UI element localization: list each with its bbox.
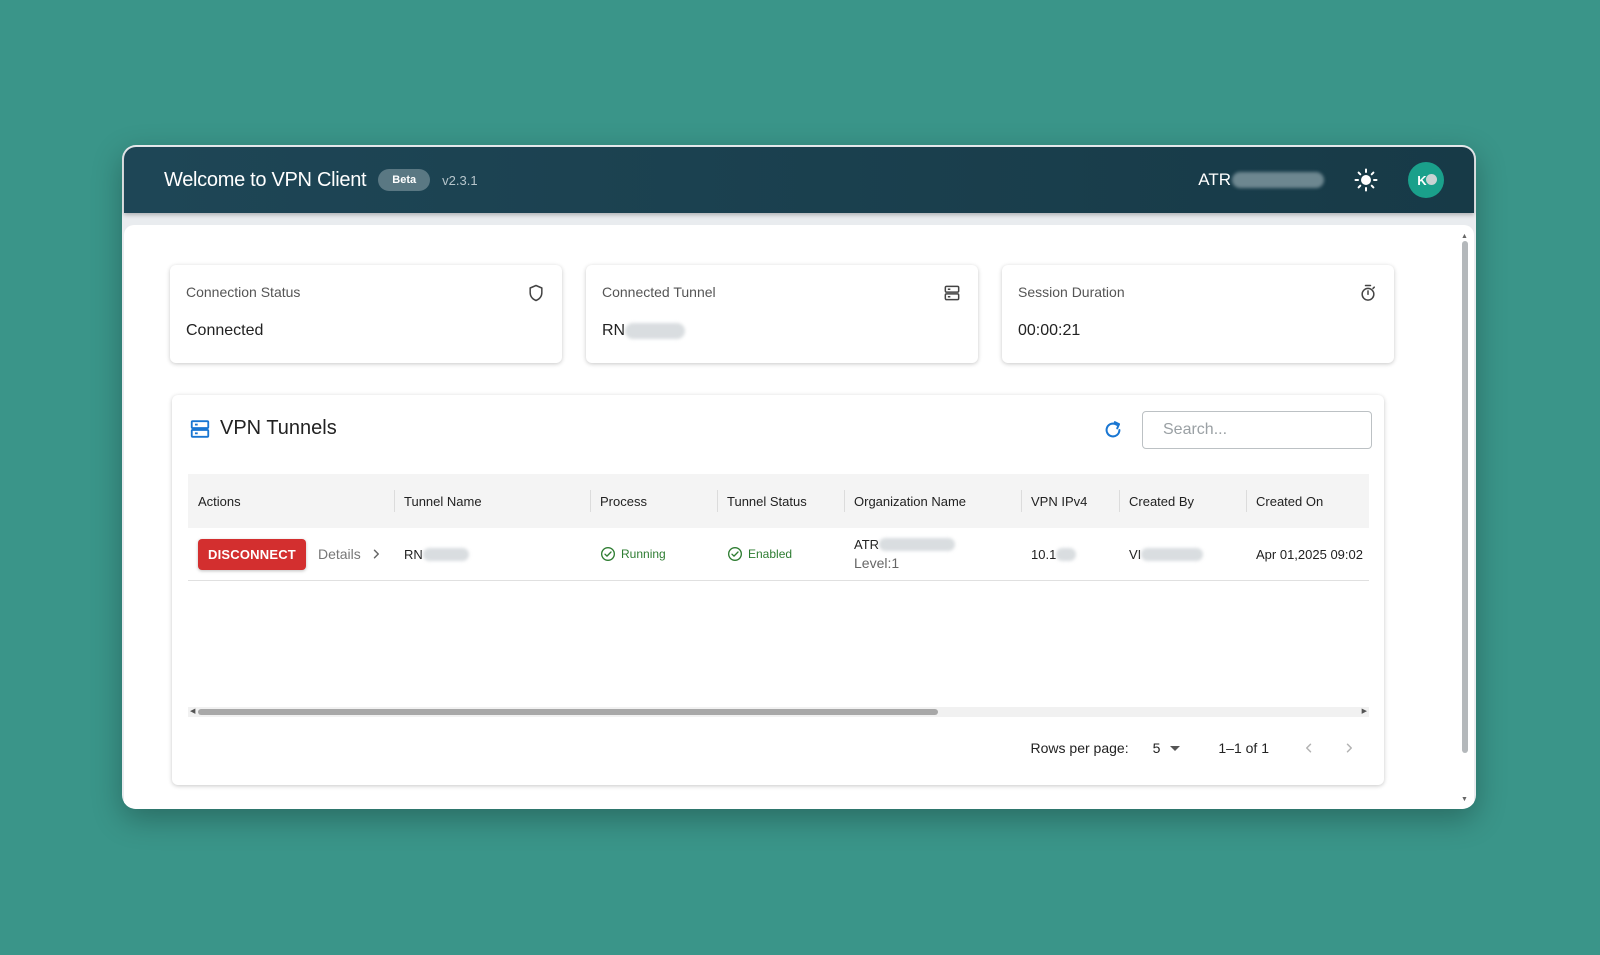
card-value: RN <box>602 322 686 340</box>
panel-title: VPN Tunnels <box>220 417 337 439</box>
check-circle-icon <box>601 547 615 561</box>
column-header[interactable]: Process <box>590 474 717 528</box>
chevron-right-icon <box>373 549 379 559</box>
ipv4-cell: 10.1 <box>1021 528 1119 580</box>
refresh-button[interactable] <box>1100 417 1126 443</box>
card-value: Connected <box>186 322 264 339</box>
column-header[interactable]: Created On <box>1246 474 1369 528</box>
version-label: v2.3.1 <box>442 172 478 188</box>
column-header[interactable]: Tunnel Name <box>394 474 590 528</box>
column-header[interactable]: VPN IPv4 <box>1021 474 1119 528</box>
column-header[interactable]: Organization Name <box>844 474 1021 528</box>
stopwatch-icon <box>1361 284 1375 301</box>
pagination-range: 1–1 of 1 <box>1218 740 1269 756</box>
next-page-button[interactable] <box>1337 736 1361 760</box>
redacted-text <box>625 323 686 339</box>
redacted-text <box>879 538 956 551</box>
created-by-cell: VI <box>1119 528 1246 580</box>
running-status: Running <box>600 546 666 562</box>
sun-icon <box>1354 168 1378 192</box>
vertical-scrollbar[interactable]: ▲ ▼ <box>1461 233 1468 803</box>
chevron-right-icon <box>1346 743 1352 753</box>
search-input[interactable] <box>1142 411 1372 449</box>
organization-cell: ATR Level:1 <box>844 528 1021 580</box>
created-on-cell: Apr 01,2025 09:02 <box>1256 546 1363 562</box>
horizontal-scrollbar[interactable]: ◀ ▶ <box>188 707 1369 717</box>
vpn-tunnels-panel: VPN Tunnels Actions Tunnel Name Process … <box>172 395 1384 785</box>
app-window: Welcome to VPN Client Beta v2.3.1 ATR K … <box>122 145 1476 809</box>
previous-page-button[interactable] <box>1297 736 1321 760</box>
tunnel-name-cell: RN <box>394 528 590 580</box>
connection-status-card: Connection Status Connected <box>170 265 562 363</box>
theme-toggle-button[interactable] <box>1352 166 1380 194</box>
column-header[interactable]: Actions <box>188 474 394 528</box>
redacted-text <box>1232 172 1324 188</box>
session-duration-card: Session Duration 00:00:21 <box>1002 265 1394 363</box>
card-label: Connected Tunnel <box>602 284 716 300</box>
card-label: Connection Status <box>186 284 301 300</box>
beta-badge: Beta <box>378 169 431 191</box>
rows-per-page-label: Rows per page: <box>1030 740 1129 756</box>
shield-icon <box>529 284 543 302</box>
app-header: Welcome to VPN Client Beta v2.3.1 ATR K <box>124 147 1474 213</box>
card-label: Session Duration <box>1018 284 1125 300</box>
redacted-text <box>422 547 469 561</box>
connected-tunnel-card: Connected Tunnel RN <box>586 265 978 363</box>
process-cell: Running <box>590 528 717 580</box>
redacted-text <box>1056 547 1077 561</box>
enabled-status: Enabled <box>727 546 792 562</box>
user-org-label: ATR <box>1198 170 1324 190</box>
pagination: Rows per page: 5 1–1 of 1 <box>188 733 1369 763</box>
column-header[interactable]: Created By <box>1119 474 1246 528</box>
redacted-text <box>1141 547 1204 561</box>
refresh-icon <box>1105 421 1121 438</box>
org-prefix: ATR <box>1198 170 1231 189</box>
server-icon <box>944 285 960 301</box>
column-header[interactable]: Tunnel Status <box>717 474 844 528</box>
table-row: DISCONNECT Details RN Running Enabled AT… <box>188 528 1369 581</box>
check-circle-icon <box>728 547 742 561</box>
user-avatar[interactable]: K <box>1408 162 1444 198</box>
details-link[interactable]: Details <box>318 545 385 563</box>
rows-per-page-select[interactable]: 5 <box>1153 740 1181 756</box>
disconnect-button[interactable]: DISCONNECT <box>198 538 306 570</box>
card-value: 00:00:21 <box>1018 322 1081 339</box>
org-level: Level:1 <box>854 555 900 571</box>
actions-cell: DISCONNECT Details <box>188 528 394 580</box>
dropdown-arrow-icon <box>1170 745 1181 751</box>
table-header: Actions Tunnel Name Process Tunnel Statu… <box>188 474 1369 528</box>
server-icon <box>190 419 210 438</box>
main-content: ▲ ▼ Connection Status Connected Connecte… <box>124 225 1474 809</box>
tunnels-table: Actions Tunnel Name Process Tunnel Statu… <box>188 474 1369 582</box>
chevron-left-icon <box>1306 743 1312 753</box>
app-title: Welcome to VPN Client <box>164 168 367 191</box>
tunnel-status-cell: Enabled <box>717 528 844 580</box>
